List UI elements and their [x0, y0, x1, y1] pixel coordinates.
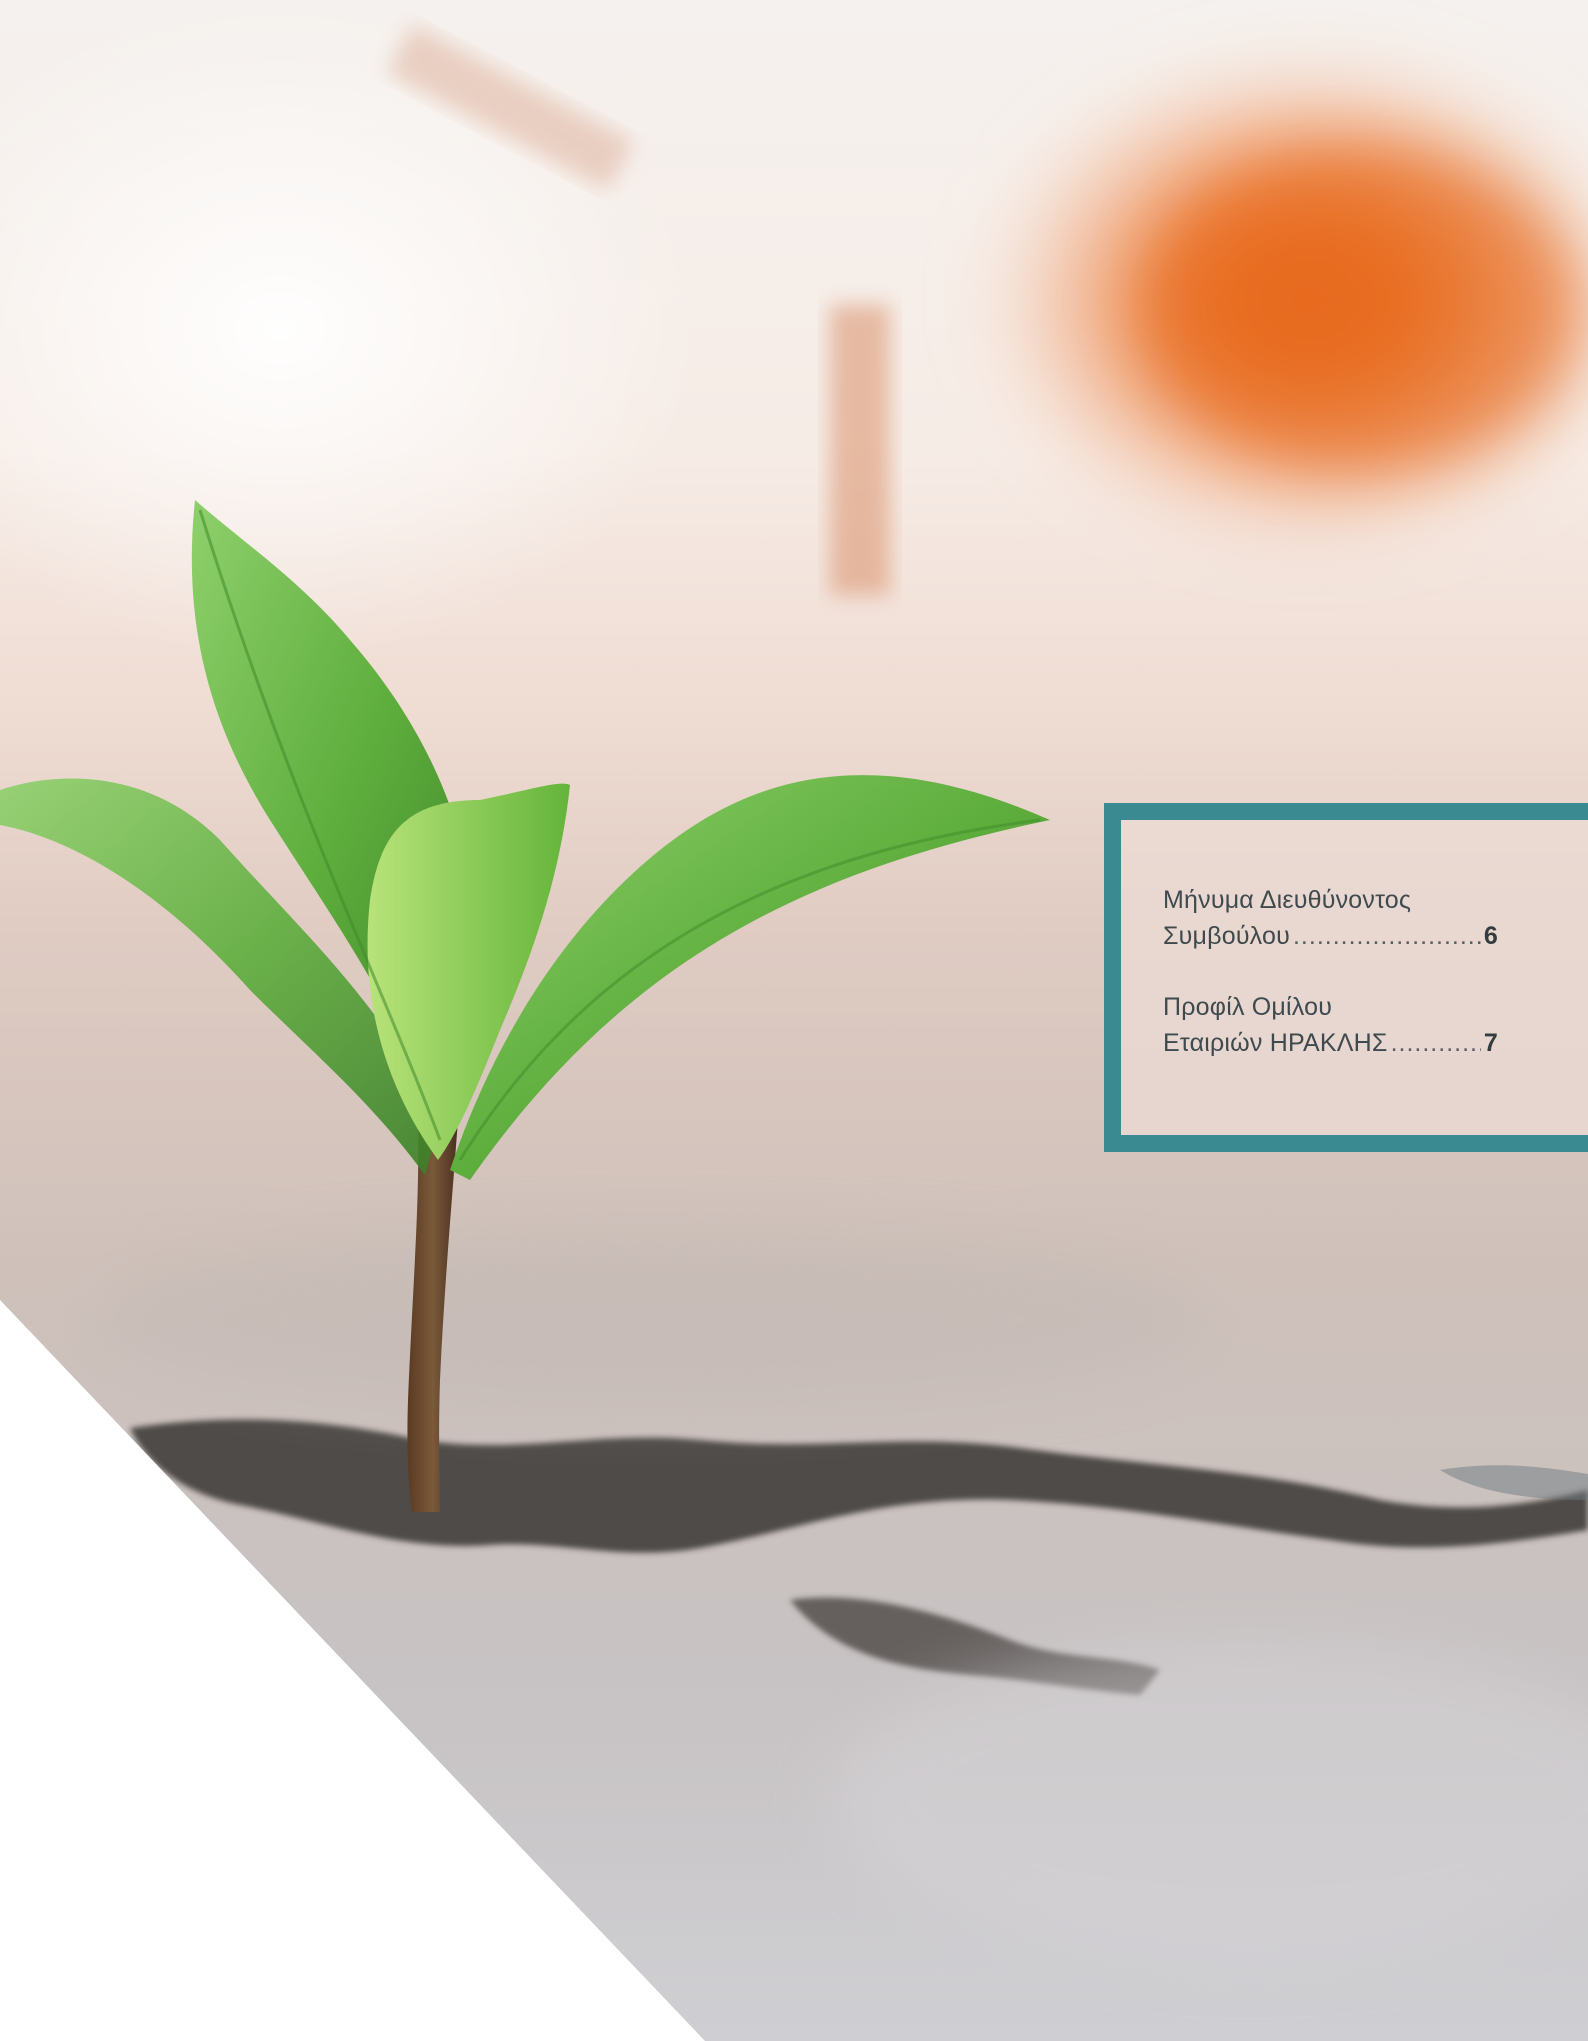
toc-entry-title-line1: Προφίλ Ομίλου [1163, 993, 1333, 1021]
toc-entry-title-line2: Συμβούλου [1163, 922, 1290, 950]
stone-shadow [90, 1230, 1210, 1410]
toc-entry-title-line2: Εταιριών ΗΡΑΚΛΗΣ [1163, 1029, 1388, 1057]
blurred-frame [830, 305, 890, 595]
toc-entry-ceo-message[interactable]: Μήνυμα Διευθύνοντος Συμβούλου ..........… [1163, 882, 1498, 954]
toc-dot-leader: ........................................… [1292, 922, 1481, 950]
sun-core [1140, 150, 1580, 470]
toc-page-number: 7 [1483, 1029, 1498, 1057]
toc-dot-leader: ........................................… [1390, 1029, 1481, 1057]
table-of-contents: Μήνυμα Διευθύνοντος Συμβούλου ..........… [1163, 882, 1498, 1061]
toc-entry-title-line1: Μήνυμα Διευθύνοντος [1163, 886, 1412, 914]
toc-page-number: 6 [1483, 922, 1498, 950]
toc-entry-group-profile[interactable]: Προφίλ Ομίλου Εταιριών ΗΡΑΚΛΗΣ .........… [1163, 989, 1498, 1061]
